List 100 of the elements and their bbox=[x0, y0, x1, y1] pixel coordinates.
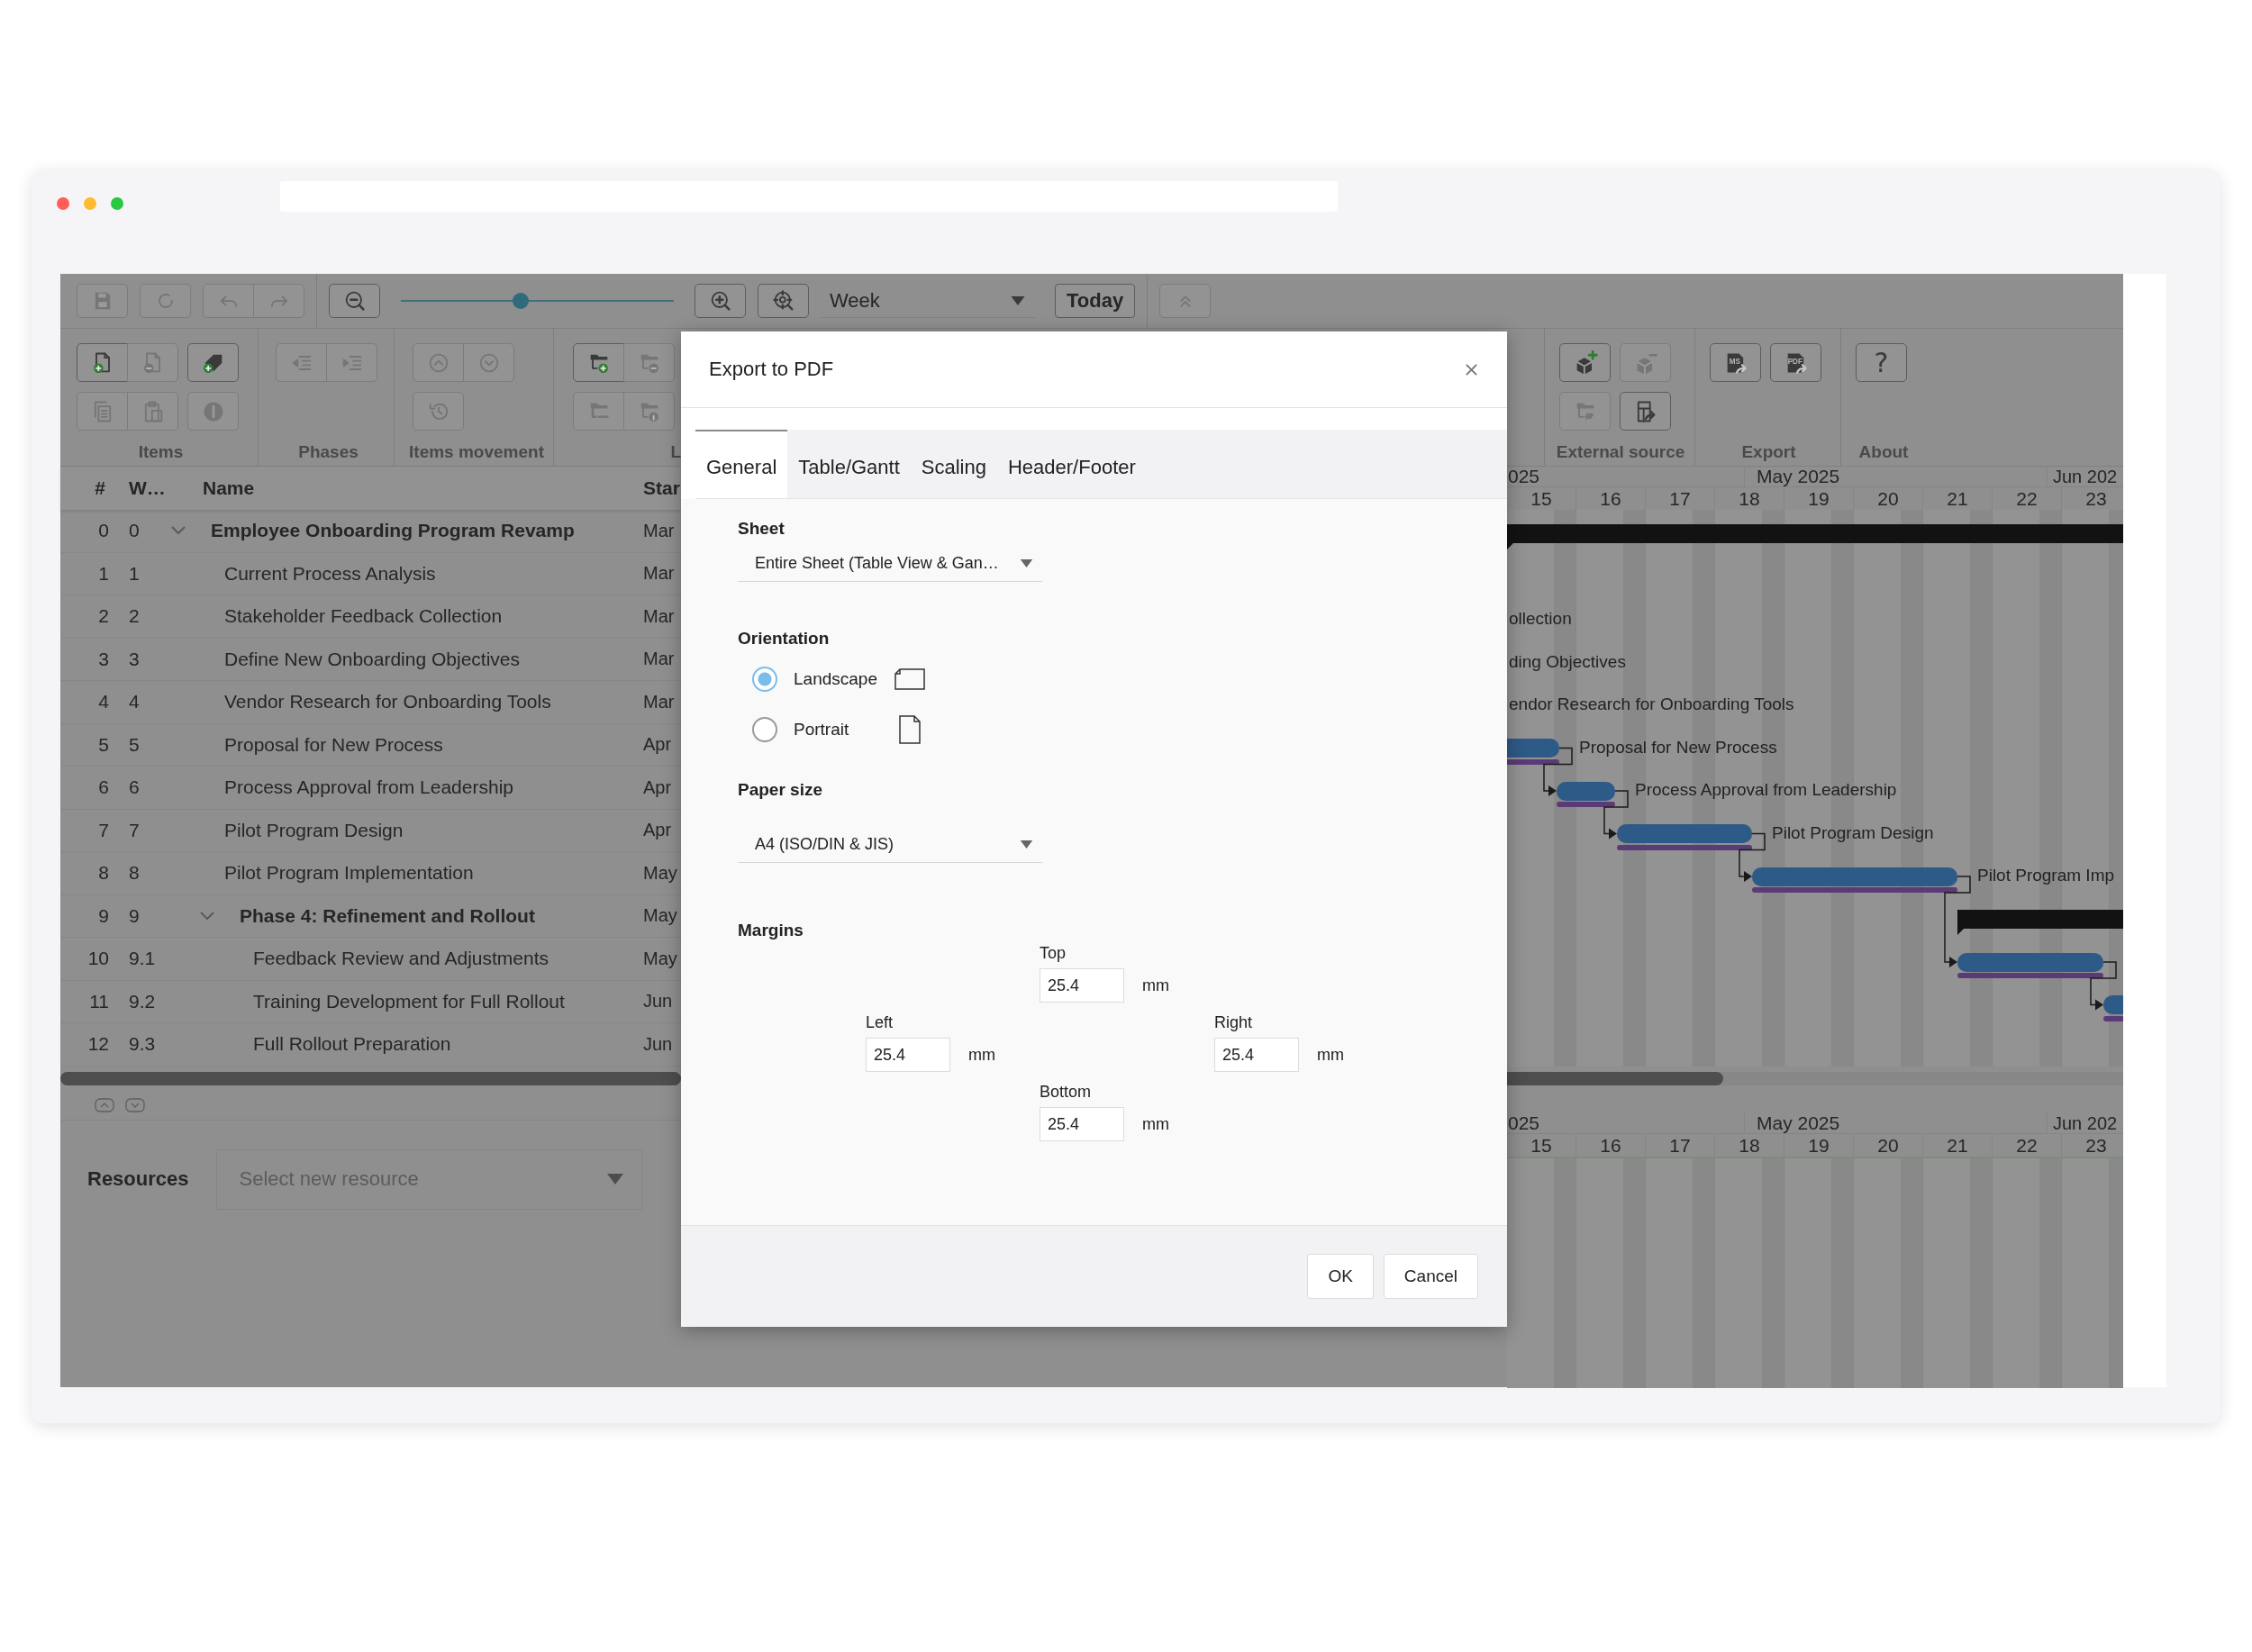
radio-label[interactable]: Landscape bbox=[794, 669, 893, 689]
column-header[interactable]: Name bbox=[171, 477, 635, 499]
column-header[interactable]: W… bbox=[117, 477, 171, 499]
task-bar[interactable] bbox=[1957, 952, 2103, 972]
today-button[interactable]: Today bbox=[1055, 284, 1136, 318]
ribbon-button[interactable]: MS bbox=[1710, 343, 1761, 382]
margin-input[interactable]: 25.4 bbox=[866, 1038, 950, 1072]
ribbon-button[interactable] bbox=[573, 343, 624, 382]
landscape-page-icon bbox=[894, 668, 925, 690]
table-cell-text: Apr bbox=[642, 734, 673, 756]
ribbon-button[interactable] bbox=[1559, 343, 1611, 382]
task-label: Proposal for New Process bbox=[1579, 736, 1777, 758]
week-label: 21 bbox=[1923, 1134, 1993, 1157]
dialog-button[interactable]: Cancel bbox=[1383, 1254, 1478, 1299]
ribbon-group-label: Items bbox=[138, 442, 184, 462]
paper-size-dropdown[interactable]: A4 (ISO/DIN & JIS) bbox=[738, 827, 1042, 863]
toolbar-button[interactable] bbox=[758, 284, 809, 318]
task-label: endor Research for Onboarding Tools bbox=[1509, 694, 1794, 715]
task-label: Pilot Program Imp bbox=[1977, 865, 2115, 886]
table-cell-text: 4 bbox=[128, 691, 141, 713]
margin-input[interactable]: 25.4 bbox=[1214, 1038, 1299, 1072]
table-cell-text: 8 bbox=[128, 862, 141, 885]
task-label: ollection bbox=[1509, 608, 1572, 630]
scrollbar-thumb[interactable] bbox=[1507, 1072, 1723, 1085]
table-cell-text: Apr bbox=[642, 776, 673, 798]
week-label: 17 bbox=[1646, 1134, 1715, 1157]
summary-bar[interactable] bbox=[1957, 909, 2123, 935]
task-bar[interactable] bbox=[1507, 739, 1559, 758]
dialog-tab[interactable]: Scaling bbox=[910, 430, 997, 498]
table-cell-text: 1 bbox=[128, 562, 141, 585]
table-cell-text: 11 bbox=[88, 990, 110, 1012]
task-bar[interactable] bbox=[1617, 824, 1752, 843]
radio-button[interactable] bbox=[752, 667, 777, 692]
ribbon-button[interactable] bbox=[77, 343, 128, 382]
unit-label: mm bbox=[1142, 976, 1169, 995]
table-cell-text: Apr bbox=[642, 820, 673, 841]
maximize-window-button[interactable] bbox=[111, 197, 123, 210]
scale-dropdown[interactable]: Week bbox=[821, 284, 1036, 318]
task-bar[interactable] bbox=[1752, 867, 1957, 886]
task-label: Pilot Program Design bbox=[1772, 821, 1934, 844]
task-bar[interactable] bbox=[2103, 995, 2123, 1014]
task-name: Phase 4: Refinement and Rollout bbox=[240, 904, 535, 927]
task-label: ding Objectives bbox=[1509, 650, 1626, 673]
scrollbar-thumb[interactable] bbox=[60, 1071, 681, 1085]
radio-button[interactable] bbox=[752, 717, 777, 742]
table-cell-text: 6 bbox=[97, 776, 110, 799]
column-header[interactable]: Star bbox=[635, 477, 681, 499]
dropdown-caret-icon bbox=[1020, 840, 1033, 849]
dialog-tab[interactable]: General bbox=[695, 430, 788, 498]
field-label: Margins bbox=[738, 921, 804, 940]
chevron-down-icon[interactable] bbox=[125, 1097, 145, 1112]
summary-bar[interactable] bbox=[1507, 524, 2123, 549]
unit-label: mm bbox=[1317, 1045, 1344, 1065]
close-window-button[interactable] bbox=[57, 197, 69, 210]
ribbon-button[interactable] bbox=[187, 343, 239, 382]
table-cell-text: 7 bbox=[128, 819, 141, 841]
table-cell-text: 0 bbox=[128, 520, 141, 542]
minimize-window-button[interactable] bbox=[84, 197, 96, 210]
field-label: Orientation bbox=[738, 629, 830, 649]
task-name: Full Rollout Preparation bbox=[253, 1033, 451, 1056]
table-cell-text: 9 bbox=[97, 904, 110, 927]
chevron-icon[interactable] bbox=[171, 526, 186, 536]
task-bar[interactable] bbox=[1557, 781, 1615, 801]
ribbon-button[interactable] bbox=[1620, 392, 1671, 431]
margin-input[interactable]: 25.4 bbox=[1040, 968, 1124, 1003]
dropdown-caret-icon bbox=[606, 1174, 623, 1185]
table-cell-text: 9.1 bbox=[128, 948, 157, 970]
table-cell-text: 2 bbox=[97, 605, 110, 628]
radio-label[interactable]: Portrait bbox=[794, 720, 893, 740]
week-label: 19 bbox=[1784, 1134, 1854, 1157]
table-cell-text: Jun bbox=[642, 1033, 674, 1055]
table-cell-text: 9.2 bbox=[128, 990, 157, 1012]
margin-input[interactable]: 25.4 bbox=[1040, 1107, 1124, 1141]
week-label: 22 bbox=[1993, 1134, 2062, 1157]
column-header[interactable]: # bbox=[60, 477, 117, 499]
table-cell-text: 0 bbox=[97, 520, 110, 542]
task-name: Pilot Program Implementation bbox=[224, 862, 474, 885]
slider-thumb[interactable] bbox=[513, 293, 530, 309]
sheet-dropdown[interactable]: Entire Sheet (Table View & Gan… bbox=[738, 546, 1042, 582]
table-cell-text: Mar bbox=[642, 605, 676, 627]
table-cell-text: 9 bbox=[128, 904, 141, 927]
dependency-arrow bbox=[1543, 747, 1573, 796]
task-name: Stakeholder Feedback Collection bbox=[224, 605, 503, 628]
dialog-button[interactable]: OK bbox=[1307, 1254, 1374, 1299]
ribbon-group-label: Items movement bbox=[409, 442, 544, 462]
chevron-up-icon[interactable] bbox=[95, 1097, 114, 1112]
unit-label: mm bbox=[968, 1045, 995, 1065]
table-cell-text: Mar bbox=[642, 563, 676, 585]
dialog-tab[interactable]: Table/Gantt bbox=[787, 430, 911, 498]
week-label: 18 bbox=[1715, 1134, 1784, 1157]
ribbon-button[interactable]: ? bbox=[1856, 343, 1907, 382]
dependency-arrow bbox=[2090, 961, 2117, 1011]
field-label: Sheet bbox=[738, 519, 785, 539]
chevron-icon[interactable] bbox=[200, 911, 214, 921]
toolbar-button[interactable] bbox=[329, 284, 380, 318]
ribbon-button[interactable]: PDF bbox=[1770, 343, 1821, 382]
task-name: Proposal for New Process bbox=[224, 733, 443, 756]
close-icon[interactable] bbox=[1465, 362, 1478, 377]
dialog-tab[interactable]: Header/Footer bbox=[996, 430, 1147, 498]
toolbar-button[interactable] bbox=[695, 284, 746, 318]
